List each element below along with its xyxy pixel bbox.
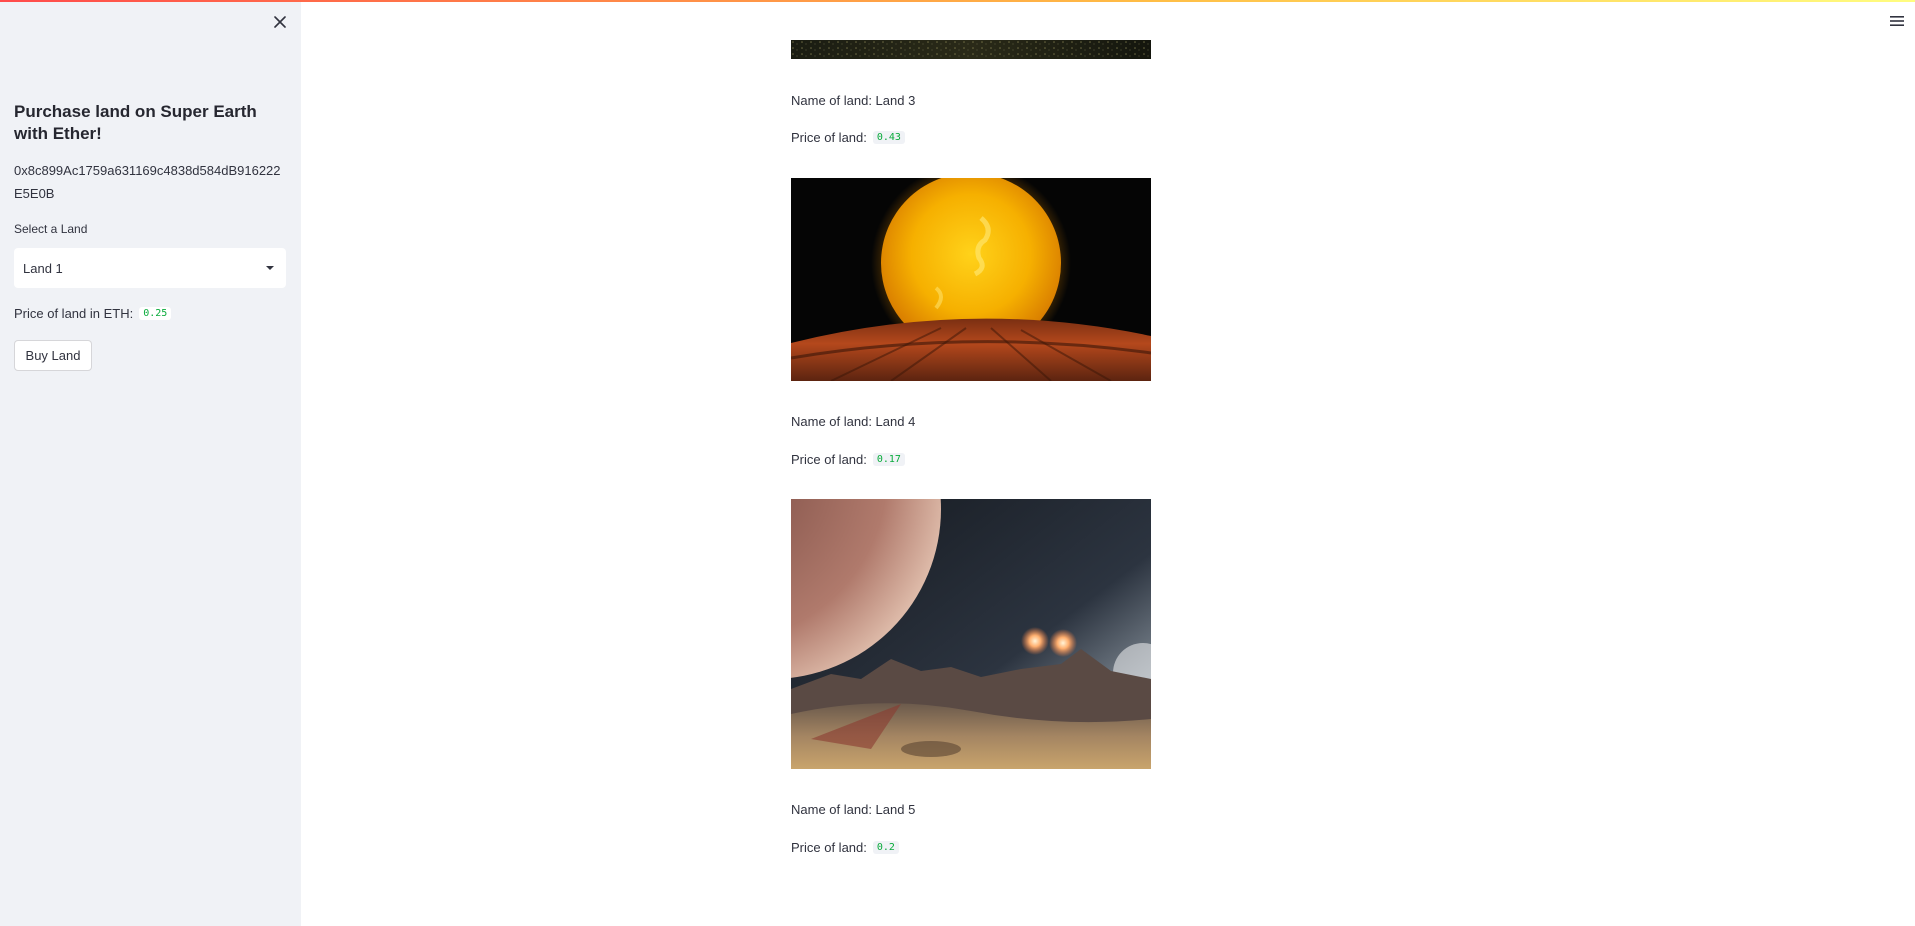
land-price-label-3: Price of land: [791, 129, 867, 145]
land-price-value-5: 0.2 [872, 840, 899, 854]
land-name-4: Name of land: Land 4 [791, 413, 916, 429]
land-name-5: Name of land: Land 5 [791, 801, 916, 817]
wallet-address: 0x8c899Ac1759a631169c4838d584dB916222E5E… [14, 163, 281, 201]
land-select-value: Land 1 [23, 260, 63, 276]
land-price-row-3: Price of land: 0.43 [791, 127, 905, 147]
land-image-3 [791, 40, 1151, 59]
land-price-row-4: Price of land: 0.17 [791, 449, 905, 469]
land-image-4 [791, 178, 1151, 381]
main-menu-button[interactable] [1888, 12, 1906, 30]
sidebar-price-label: Price of land in ETH: [14, 305, 134, 321]
sidebar-price-value: 0.25 [139, 306, 172, 320]
land-name-3: Name of land: Land 3 [791, 92, 916, 108]
land-price-row-5: Price of land: 0.2 [791, 837, 899, 857]
select-land-label: Select a Land [14, 222, 88, 236]
land-price-value-4: 0.17 [872, 452, 905, 466]
land-price-label-4: Price of land: [791, 451, 867, 467]
land-select[interactable]: Land 1 [14, 248, 286, 288]
land-price-label-5: Price of land: [791, 839, 867, 855]
sidebar: Purchase land on Super Earth with Ether!… [0, 0, 301, 926]
sidebar-title: Purchase land on Super Earth with Ether! [14, 102, 257, 143]
top-decoration-bar [0, 0, 1915, 2]
land-price-value-3: 0.43 [872, 130, 905, 144]
hamburger-menu-icon [1890, 16, 1904, 26]
sidebar-price-row: Price of land in ETH: 0.25 [14, 303, 172, 323]
chevron-down-icon [266, 266, 274, 270]
land-image-5 [791, 499, 1151, 769]
buy-land-button[interactable]: Buy Land [14, 340, 92, 371]
close-sidebar-button[interactable] [268, 10, 292, 34]
close-icon [274, 16, 286, 28]
